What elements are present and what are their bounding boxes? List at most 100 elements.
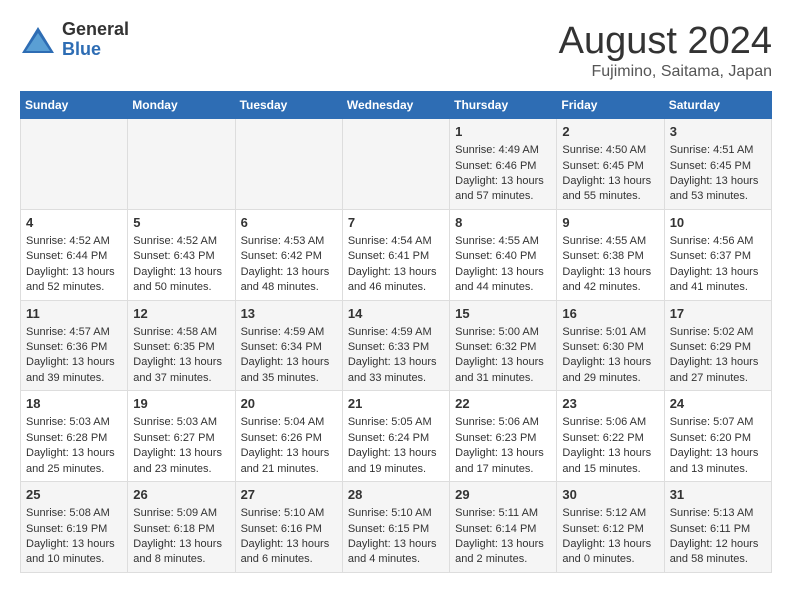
- calendar-cell: 22Sunrise: 5:06 AMSunset: 6:23 PMDayligh…: [450, 391, 557, 482]
- day-info: and 41 minutes.: [670, 280, 766, 295]
- calendar-cell: 20Sunrise: 5:04 AMSunset: 6:26 PMDayligh…: [235, 391, 342, 482]
- day-info: Daylight: 13 hours: [348, 355, 444, 370]
- calendar-cell: 31Sunrise: 5:13 AMSunset: 6:11 PMDayligh…: [664, 482, 771, 573]
- day-info: Sunrise: 4:59 AM: [348, 325, 444, 340]
- day-info: Sunrise: 5:06 AM: [455, 415, 551, 430]
- day-info: and 31 minutes.: [455, 371, 551, 386]
- day-number: 16: [562, 305, 658, 323]
- day-info: Sunset: 6:46 PM: [455, 159, 551, 174]
- day-info: Sunset: 6:12 PM: [562, 522, 658, 537]
- day-info: Sunrise: 5:00 AM: [455, 325, 551, 340]
- day-info: Sunrise: 4:56 AM: [670, 234, 766, 249]
- day-number: 6: [241, 214, 337, 232]
- month-title: August 2024: [559, 20, 772, 63]
- day-info: and 10 minutes.: [26, 552, 122, 567]
- calendar-cell: [235, 119, 342, 210]
- day-number: 8: [455, 214, 551, 232]
- logo: General Blue: [20, 20, 129, 60]
- day-info: Sunrise: 5:07 AM: [670, 415, 766, 430]
- day-info: and 48 minutes.: [241, 280, 337, 295]
- day-number: 22: [455, 395, 551, 413]
- day-info: Daylight: 13 hours: [670, 265, 766, 280]
- calendar-cell: 6Sunrise: 4:53 AMSunset: 6:42 PMDaylight…: [235, 209, 342, 300]
- day-number: 19: [133, 395, 229, 413]
- day-info: and 57 minutes.: [455, 189, 551, 204]
- day-info: and 21 minutes.: [241, 462, 337, 477]
- column-header-thursday: Thursday: [450, 92, 557, 119]
- calendar-cell: 9Sunrise: 4:55 AMSunset: 6:38 PMDaylight…: [557, 209, 664, 300]
- day-info: and 39 minutes.: [26, 371, 122, 386]
- day-info: Sunset: 6:14 PM: [455, 522, 551, 537]
- day-info: Sunset: 6:42 PM: [241, 249, 337, 264]
- day-info: Daylight: 13 hours: [133, 265, 229, 280]
- calendar-cell: [128, 119, 235, 210]
- calendar-cell: 8Sunrise: 4:55 AMSunset: 6:40 PMDaylight…: [450, 209, 557, 300]
- day-number: 5: [133, 214, 229, 232]
- day-number: 3: [670, 123, 766, 141]
- day-info: Sunrise: 5:11 AM: [455, 506, 551, 521]
- day-info: Daylight: 13 hours: [455, 174, 551, 189]
- day-info: and 19 minutes.: [348, 462, 444, 477]
- day-info: and 0 minutes.: [562, 552, 658, 567]
- day-number: 15: [455, 305, 551, 323]
- day-info: Sunset: 6:34 PM: [241, 340, 337, 355]
- calendar-cell: 13Sunrise: 4:59 AMSunset: 6:34 PMDayligh…: [235, 300, 342, 391]
- day-info: Daylight: 13 hours: [348, 446, 444, 461]
- calendar-cell: 7Sunrise: 4:54 AMSunset: 6:41 PMDaylight…: [342, 209, 449, 300]
- calendar-week-row: 11Sunrise: 4:57 AMSunset: 6:36 PMDayligh…: [21, 300, 772, 391]
- calendar-cell: [342, 119, 449, 210]
- day-info: Sunset: 6:41 PM: [348, 249, 444, 264]
- day-info: and 58 minutes.: [670, 552, 766, 567]
- calendar-week-row: 18Sunrise: 5:03 AMSunset: 6:28 PMDayligh…: [21, 391, 772, 482]
- day-info: Daylight: 13 hours: [348, 537, 444, 552]
- day-info: and 6 minutes.: [241, 552, 337, 567]
- day-number: 27: [241, 486, 337, 504]
- logo-text: General Blue: [62, 20, 129, 60]
- day-info: Sunset: 6:36 PM: [26, 340, 122, 355]
- day-info: Daylight: 13 hours: [348, 265, 444, 280]
- day-info: Sunrise: 4:52 AM: [133, 234, 229, 249]
- day-number: 21: [348, 395, 444, 413]
- day-info: Daylight: 13 hours: [241, 537, 337, 552]
- column-header-sunday: Sunday: [21, 92, 128, 119]
- day-info: Sunrise: 5:04 AM: [241, 415, 337, 430]
- day-info: and 35 minutes.: [241, 371, 337, 386]
- calendar-cell: 3Sunrise: 4:51 AMSunset: 6:45 PMDaylight…: [664, 119, 771, 210]
- day-info: and 33 minutes.: [348, 371, 444, 386]
- day-info: Daylight: 13 hours: [670, 174, 766, 189]
- day-number: 14: [348, 305, 444, 323]
- day-info: Daylight: 13 hours: [455, 446, 551, 461]
- column-header-friday: Friday: [557, 92, 664, 119]
- day-info: Sunrise: 5:10 AM: [241, 506, 337, 521]
- location-subtitle: Fujimino, Saitama, Japan: [559, 63, 772, 81]
- day-info: Daylight: 13 hours: [26, 537, 122, 552]
- day-info: Sunset: 6:45 PM: [562, 159, 658, 174]
- calendar-cell: 30Sunrise: 5:12 AMSunset: 6:12 PMDayligh…: [557, 482, 664, 573]
- day-number: 24: [670, 395, 766, 413]
- day-info: Sunrise: 5:12 AM: [562, 506, 658, 521]
- day-info: and 13 minutes.: [670, 462, 766, 477]
- day-info: Sunrise: 5:09 AM: [133, 506, 229, 521]
- calendar-cell: 23Sunrise: 5:06 AMSunset: 6:22 PMDayligh…: [557, 391, 664, 482]
- day-info: Sunset: 6:35 PM: [133, 340, 229, 355]
- day-info: and 42 minutes.: [562, 280, 658, 295]
- calendar-cell: 2Sunrise: 4:50 AMSunset: 6:45 PMDaylight…: [557, 119, 664, 210]
- day-info: Daylight: 13 hours: [455, 355, 551, 370]
- day-number: 18: [26, 395, 122, 413]
- day-info: Sunset: 6:20 PM: [670, 431, 766, 446]
- day-number: 29: [455, 486, 551, 504]
- day-number: 31: [670, 486, 766, 504]
- day-info: Sunrise: 5:13 AM: [670, 506, 766, 521]
- day-info: Sunrise: 5:10 AM: [348, 506, 444, 521]
- day-info: Sunrise: 5:06 AM: [562, 415, 658, 430]
- day-info: Sunrise: 5:05 AM: [348, 415, 444, 430]
- day-info: and 15 minutes.: [562, 462, 658, 477]
- day-info: Sunset: 6:22 PM: [562, 431, 658, 446]
- day-number: 23: [562, 395, 658, 413]
- day-info: Daylight: 13 hours: [26, 446, 122, 461]
- day-info: Sunset: 6:43 PM: [133, 249, 229, 264]
- day-info: Sunrise: 5:02 AM: [670, 325, 766, 340]
- day-info: Sunrise: 4:49 AM: [455, 143, 551, 158]
- day-info: Daylight: 13 hours: [241, 446, 337, 461]
- day-info: Sunrise: 4:55 AM: [562, 234, 658, 249]
